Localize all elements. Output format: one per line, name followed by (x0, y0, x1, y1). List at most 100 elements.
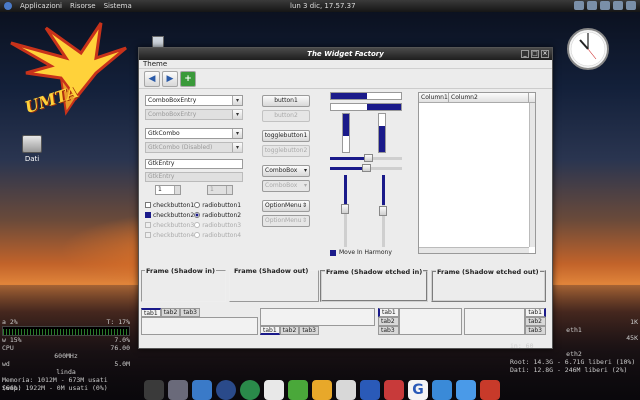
launcher-icon[interactable] (144, 380, 164, 400)
move-in-harmony-label: Move In Harmony (339, 249, 392, 256)
vscale-2-knob[interactable] (379, 206, 387, 216)
hscale-1-knob[interactable] (364, 154, 373, 162)
combo-box-entry[interactable]: ComboBoxEntry ▾ (145, 95, 243, 106)
spin-button-disabled: 1 (207, 185, 233, 195)
google-icon[interactable]: G (408, 380, 428, 400)
tools-icon[interactable] (168, 380, 188, 400)
conky-system-monitor: a 2% T: 17% w 15% 7.0% CPU 76.00 600MHz wd 5… (2, 318, 130, 392)
tray-update-icon[interactable] (600, 1, 610, 10)
progress-bar-vertical-left (342, 113, 350, 153)
progress-fill (367, 104, 401, 110)
chevron-down-icon[interactable]: ▾ (304, 166, 307, 176)
tab-1[interactable]: tab1 (141, 308, 161, 317)
conky-value: 1K (630, 318, 638, 326)
tray-volume-icon[interactable] (587, 1, 597, 10)
calendar-icon[interactable] (456, 380, 476, 400)
window-titlebar[interactable]: The Widget Factory _ □ × (139, 48, 552, 60)
optionmenu-disabled-text: OptionMenu (265, 217, 302, 224)
checkbox-icon[interactable] (145, 202, 151, 208)
gtk-entry[interactable]: GtkEntry (145, 159, 243, 169)
checkbox-checked-icon[interactable] (145, 212, 151, 218)
checkbutton2-label[interactable]: checkbutton2 (153, 212, 194, 219)
chevron-down-icon[interactable]: ▾ (232, 129, 242, 138)
package-icon[interactable] (384, 380, 404, 400)
gtk-combo-disabled-text: GtkCombo (Disabled) (148, 144, 213, 151)
earth-icon[interactable] (240, 380, 260, 400)
tab-2[interactable]: tab2 (160, 308, 181, 317)
mail-icon[interactable] (264, 380, 284, 400)
people-icon[interactable] (288, 380, 308, 400)
radiobutton4-label: radiobutton4 (202, 231, 242, 239)
tree-horizontal-scrollbar[interactable] (419, 247, 529, 253)
tab-3[interactable]: tab3 (378, 326, 399, 335)
combobox[interactable]: ComboBox ▾ (262, 165, 310, 177)
radio-selected-icon[interactable] (194, 212, 201, 218)
checkbutton1-label[interactable]: checkbutton1 (153, 202, 194, 209)
arrow-right-icon[interactable]: ▶ (162, 70, 178, 87)
conky-line: a 2% (2, 318, 18, 326)
notes-icon[interactable] (336, 380, 356, 400)
frame-shadow-out: Frame (Shadow out) (229, 267, 319, 302)
maximize-icon[interactable]: □ (531, 50, 539, 58)
radiobutton1-label[interactable]: radiobutton1 (202, 202, 241, 209)
window-icon[interactable] (432, 380, 452, 400)
editor-icon[interactable] (312, 380, 332, 400)
checkbox-checked-icon[interactable] (330, 249, 336, 256)
tray-network-icon[interactable] (574, 1, 584, 10)
menu-sistema[interactable]: Sistema (104, 2, 132, 10)
tree-view[interactable]: Column1 Column2 (418, 92, 536, 254)
network-interface-2: eth2 (566, 350, 582, 358)
radiobutton2-label[interactable]: radiobutton2 (202, 212, 241, 219)
arrow-left-icon[interactable]: ◀ (144, 70, 160, 87)
tree-column-1[interactable]: Column1 (419, 93, 449, 102)
chevron-down-icon[interactable]: ▾ (232, 96, 242, 105)
spin-arrows-icon[interactable] (174, 186, 180, 194)
menu-theme[interactable]: Theme (143, 60, 167, 68)
tab-1[interactable]: tab1 (378, 308, 399, 317)
tray-power-icon[interactable] (626, 1, 636, 10)
tab-2[interactable]: tab2 (279, 326, 300, 335)
progress-bar-horizontal-2 (330, 103, 402, 111)
tab-2[interactable]: tab2 (378, 317, 399, 326)
menu-logo-icon[interactable] (4, 2, 12, 10)
optionmenu[interactable]: OptionMenu ⇕ (262, 200, 310, 212)
combo-box-entry-disabled: ComboBoxEntry ▾ (145, 109, 243, 120)
frame-shadow-in: Frame (Shadow in) (141, 267, 226, 302)
globe-icon[interactable] (216, 380, 236, 400)
tab-1[interactable]: tab1 (260, 326, 280, 335)
plus-icon[interactable]: + (180, 70, 196, 87)
menu-risorse[interactable]: Risorse (70, 2, 96, 10)
data-disk-usage: Dati: 12.8G - 246M liberi (2%) (510, 366, 628, 374)
updown-icon[interactable]: ⇕ (302, 201, 307, 211)
move-in-harmony-check[interactable]: Move In Harmony (330, 249, 392, 256)
tab-1[interactable]: tab1 (525, 308, 546, 317)
button1[interactable]: button1 (262, 95, 310, 107)
conky-network-monitor: 1K eth1 45K in: 60 eth2 Root: 14.3G - 6.… (510, 318, 638, 374)
menu-applicazioni[interactable]: Applicazioni (20, 2, 62, 10)
hscale-2-knob[interactable] (362, 164, 371, 172)
minimize-icon[interactable]: _ (521, 50, 529, 58)
updown-icon: ⇕ (301, 217, 307, 224)
combobox-text: ComboBox (265, 167, 298, 174)
tab-3[interactable]: tab3 (180, 308, 200, 317)
radio-disabled-icon (194, 232, 201, 238)
monitor-icon[interactable] (480, 380, 500, 400)
tab-3[interactable]: tab3 (299, 326, 319, 335)
tray-mail-icon[interactable] (613, 1, 623, 10)
tree-vertical-scrollbar[interactable] (529, 103, 535, 247)
gtk-combo[interactable]: GtkCombo ▾ (145, 128, 243, 139)
presentation-icon[interactable] (360, 380, 380, 400)
panel-clock[interactable]: lun 3 dic, 17.57.37 (290, 2, 356, 10)
pictures-icon[interactable] (192, 380, 212, 400)
desktop-drive-icon[interactable]: Dati (20, 135, 44, 163)
spin-button[interactable]: 1 (155, 185, 181, 195)
close-icon[interactable]: × (541, 50, 549, 58)
togglebutton1[interactable]: togglebutton1 (262, 130, 310, 142)
conky-line: wd (2, 360, 10, 368)
tree-column-2[interactable]: Column2 (449, 93, 529, 102)
checkbox-disabled-icon (145, 222, 151, 228)
vscale-1-knob[interactable] (341, 204, 349, 214)
combobox-disabled-text: ComboBox (265, 182, 298, 189)
radiobutton3-label: radiobutton3 (202, 221, 242, 229)
radio-icon[interactable] (194, 202, 201, 208)
